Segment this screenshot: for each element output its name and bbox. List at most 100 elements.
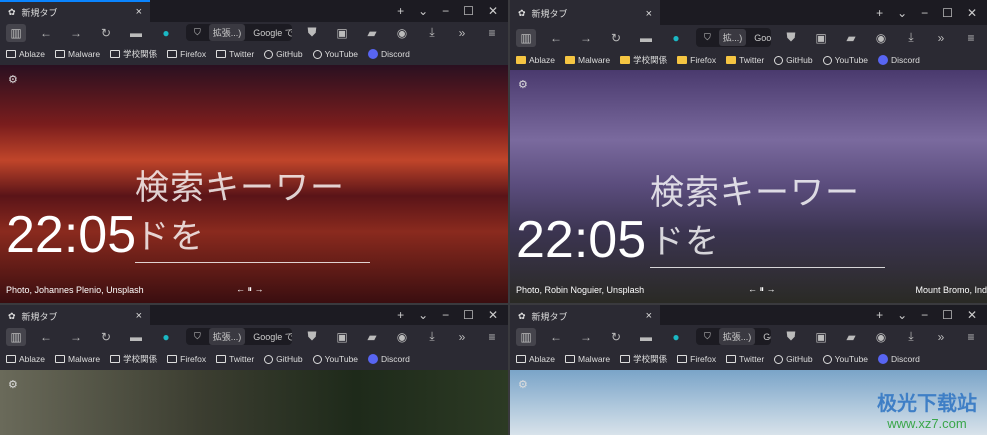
menu-icon[interactable]: ≡: [961, 31, 981, 45]
sidebar-button[interactable]: ▥: [516, 327, 536, 346]
bookmark-item[interactable]: Twitter: [216, 354, 254, 364]
new-tab-icon[interactable]: +: [876, 6, 883, 20]
reload-button[interactable]: ↻: [96, 26, 116, 40]
bookmark-item[interactable]: Malware: [55, 354, 100, 364]
tab-close-icon[interactable]: ×: [136, 6, 142, 18]
minimize-icon[interactable]: −: [921, 308, 928, 322]
menu-icon[interactable]: ≡: [961, 330, 981, 344]
bookmark-item[interactable]: Twitter: [726, 354, 764, 364]
overflow-icon[interactable]: »: [452, 330, 472, 344]
translate-extension-icon[interactable]: ●: [666, 31, 686, 45]
url-input[interactable]: Google で検索、または l: [253, 330, 292, 343]
forward-button[interactable]: →: [576, 330, 596, 344]
maximize-icon[interactable]: ☐: [942, 308, 953, 322]
bookmark-item[interactable]: Malware: [565, 55, 610, 65]
bookmark-item[interactable]: YouTube: [822, 354, 868, 364]
settings-gear-icon[interactable]: ⚙: [518, 78, 528, 91]
ublock-icon[interactable]: ⛊: [302, 25, 322, 40]
close-window-icon[interactable]: ✕: [967, 6, 977, 20]
back-button[interactable]: ←: [546, 31, 566, 45]
close-window-icon[interactable]: ✕: [967, 308, 977, 322]
reload-button[interactable]: ↻: [96, 330, 116, 344]
new-tab-icon[interactable]: +: [876, 308, 883, 322]
bookmark-item[interactable]: 学校関係: [620, 54, 667, 66]
bookmark-item[interactable]: Malware: [565, 354, 610, 364]
maximize-icon[interactable]: ☐: [463, 308, 474, 322]
tab-close-icon[interactable]: ×: [646, 310, 652, 322]
tab-new-tab[interactable]: ✿ 新規タブ ×: [0, 305, 150, 325]
bookmark-item[interactable]: Firefox: [167, 49, 206, 59]
extension-identity[interactable]: 拡張...): [208, 328, 246, 345]
download-icon[interactable]: ⤓: [422, 25, 442, 40]
new-tab-icon[interactable]: +: [397, 308, 404, 322]
search-box[interactable]: 検索キーワードを: [135, 160, 370, 263]
bookmark-item[interactable]: Ablaze: [516, 55, 555, 65]
sidebar-button[interactable]: ▥: [6, 23, 26, 42]
new-tab-icon[interactable]: +: [397, 4, 404, 18]
download-icon[interactable]: ⤓: [901, 30, 921, 45]
bookmark-item[interactable]: Malware: [55, 49, 100, 59]
reload-button[interactable]: ↻: [606, 31, 626, 45]
sidebar-button[interactable]: ▥: [6, 327, 26, 346]
maximize-icon[interactable]: ☐: [463, 4, 474, 18]
bookmark-item[interactable]: Firefox: [677, 354, 716, 364]
extension3-icon[interactable]: ◉: [871, 330, 891, 344]
list-tabs-icon[interactable]: ⌄: [897, 6, 907, 20]
overflow-icon[interactable]: »: [931, 330, 951, 344]
bookmark-item[interactable]: YouTube: [312, 354, 358, 364]
extension-icon[interactable]: ▣: [332, 26, 352, 40]
tab-new-tab[interactable]: ✿ 新規タブ ×: [0, 0, 150, 22]
bookmark-item[interactable]: Twitter: [726, 55, 764, 65]
tab-new-tab[interactable]: ✿ 新規タブ ×: [510, 0, 660, 25]
minimize-icon[interactable]: −: [442, 4, 449, 18]
overflow-icon[interactable]: »: [452, 26, 472, 40]
extension2-icon[interactable]: ▰: [362, 330, 382, 344]
close-window-icon[interactable]: ✕: [488, 4, 498, 18]
bookmark-item[interactable]: 学校関係: [620, 353, 667, 365]
settings-gear-icon[interactable]: ⚙: [518, 378, 528, 391]
extension-icon[interactable]: ▣: [811, 31, 831, 45]
bookmark-item[interactable]: GitHub: [264, 49, 303, 59]
reload-button[interactable]: ↻: [606, 330, 626, 344]
ublock-icon[interactable]: ⛊: [781, 329, 801, 344]
bookmark-item[interactable]: GitHub: [774, 354, 813, 364]
extension3-icon[interactable]: ◉: [392, 330, 412, 344]
bookmark-item[interactable]: Discord: [878, 354, 920, 364]
bookmark-item[interactable]: Discord: [368, 354, 410, 364]
bookmark-item[interactable]: YouTube: [312, 49, 358, 59]
bookmark-item[interactable]: 学校関係: [110, 48, 157, 60]
url-input[interactable]: Google で検索、または l: [763, 330, 771, 343]
search-box[interactable]: 検索キーワードを: [650, 165, 885, 268]
extension-identity[interactable]: 拡張...): [718, 328, 756, 345]
extension2-icon[interactable]: ▰: [362, 26, 382, 40]
ublock-icon[interactable]: ⛊: [302, 329, 322, 344]
url-bar[interactable]: ⛉拡...)Google で検索、または U⧉☆: [696, 27, 771, 48]
bookmark-item[interactable]: Discord: [878, 55, 920, 65]
maximize-icon[interactable]: ☐: [942, 6, 953, 20]
url-input[interactable]: Google で検索、または U: [754, 31, 771, 44]
bookmark-item[interactable]: Ablaze: [6, 49, 45, 59]
tab-new-tab[interactable]: ✿ 新規タブ ×: [510, 305, 660, 325]
tab-close-icon[interactable]: ×: [136, 310, 142, 322]
bookmark-item[interactable]: 学校関係: [110, 353, 157, 365]
minimize-icon[interactable]: −: [921, 6, 928, 20]
wallpaper-nav[interactable]: ← ⏸ →: [748, 284, 776, 295]
extension3-icon[interactable]: ◉: [871, 31, 891, 45]
list-tabs-icon[interactable]: ⌄: [897, 308, 907, 322]
url-bar[interactable]: ⛉拡張...)Google で検索、ま⧉☆: [186, 24, 292, 41]
overflow-icon[interactable]: »: [931, 31, 951, 45]
tab-groups-icon[interactable]: ▬: [126, 26, 146, 40]
shield-icon[interactable]: ⛉: [194, 27, 201, 38]
close-window-icon[interactable]: ✕: [488, 308, 498, 322]
settings-gear-icon[interactable]: ⚙: [8, 378, 18, 391]
url-input[interactable]: Google で検索、ま: [253, 26, 292, 39]
translate-extension-icon[interactable]: ●: [156, 26, 176, 40]
extension2-icon[interactable]: ▰: [841, 330, 861, 344]
bookmark-item[interactable]: Twitter: [216, 49, 254, 59]
back-button[interactable]: ←: [546, 330, 566, 344]
wallpaper-nav[interactable]: ← ⏸ →: [236, 284, 264, 295]
shield-icon[interactable]: ⛉: [704, 331, 711, 342]
photo-credit[interactable]: Photo, Robin Noguier, Unsplash: [516, 285, 644, 295]
translate-extension-icon[interactable]: ●: [156, 330, 176, 344]
download-icon[interactable]: ⤓: [422, 329, 442, 344]
